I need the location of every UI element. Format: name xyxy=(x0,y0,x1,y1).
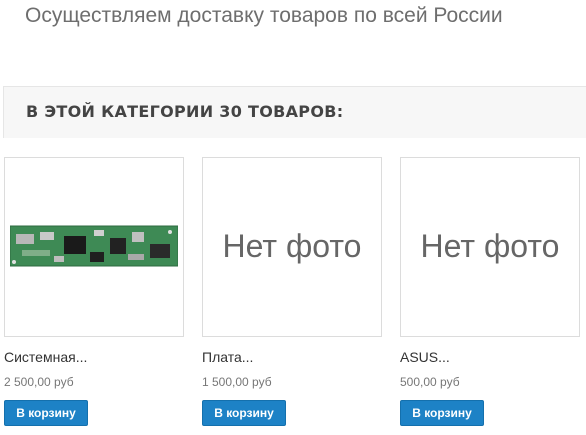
product-image-link[interactable]: Нет фото xyxy=(202,157,382,337)
product-price: 2 500,00 руб xyxy=(4,375,74,389)
add-to-cart-button[interactable]: В корзину xyxy=(400,400,484,426)
delivery-notice: Осуществляем доставку товаров по всей Ро… xyxy=(25,4,503,27)
no-photo-placeholder: Нет фото xyxy=(222,228,362,264)
product-card: Нет фото Плата... 1 500,00 руб В корзину xyxy=(202,157,382,426)
motherboard-image xyxy=(10,225,178,267)
product-name[interactable]: Системная... xyxy=(4,349,87,365)
add-to-cart-button[interactable]: В корзину xyxy=(4,400,88,426)
product-price: 1 500,00 руб xyxy=(202,375,272,389)
product-price: 500,00 руб xyxy=(400,375,460,389)
category-header: В ЭТОЙ КАТЕГОРИИ 30 ТОВАРОВ: xyxy=(3,86,586,138)
product-image-link[interactable]: Нет фото xyxy=(400,157,580,337)
no-photo-placeholder: Нет фото xyxy=(420,228,560,264)
product-card: Системная... 2 500,00 руб В корзину xyxy=(4,157,184,426)
add-to-cart-button[interactable]: В корзину xyxy=(202,400,286,426)
product-card: Нет фото ASUS... 500,00 руб В корзину xyxy=(400,157,580,426)
product-name[interactable]: Плата... xyxy=(202,349,253,365)
product-image-link[interactable] xyxy=(4,157,184,337)
category-title: В ЭТОЙ КАТЕГОРИИ 30 ТОВАРОВ: xyxy=(26,102,344,121)
product-name[interactable]: ASUS... xyxy=(400,349,450,365)
